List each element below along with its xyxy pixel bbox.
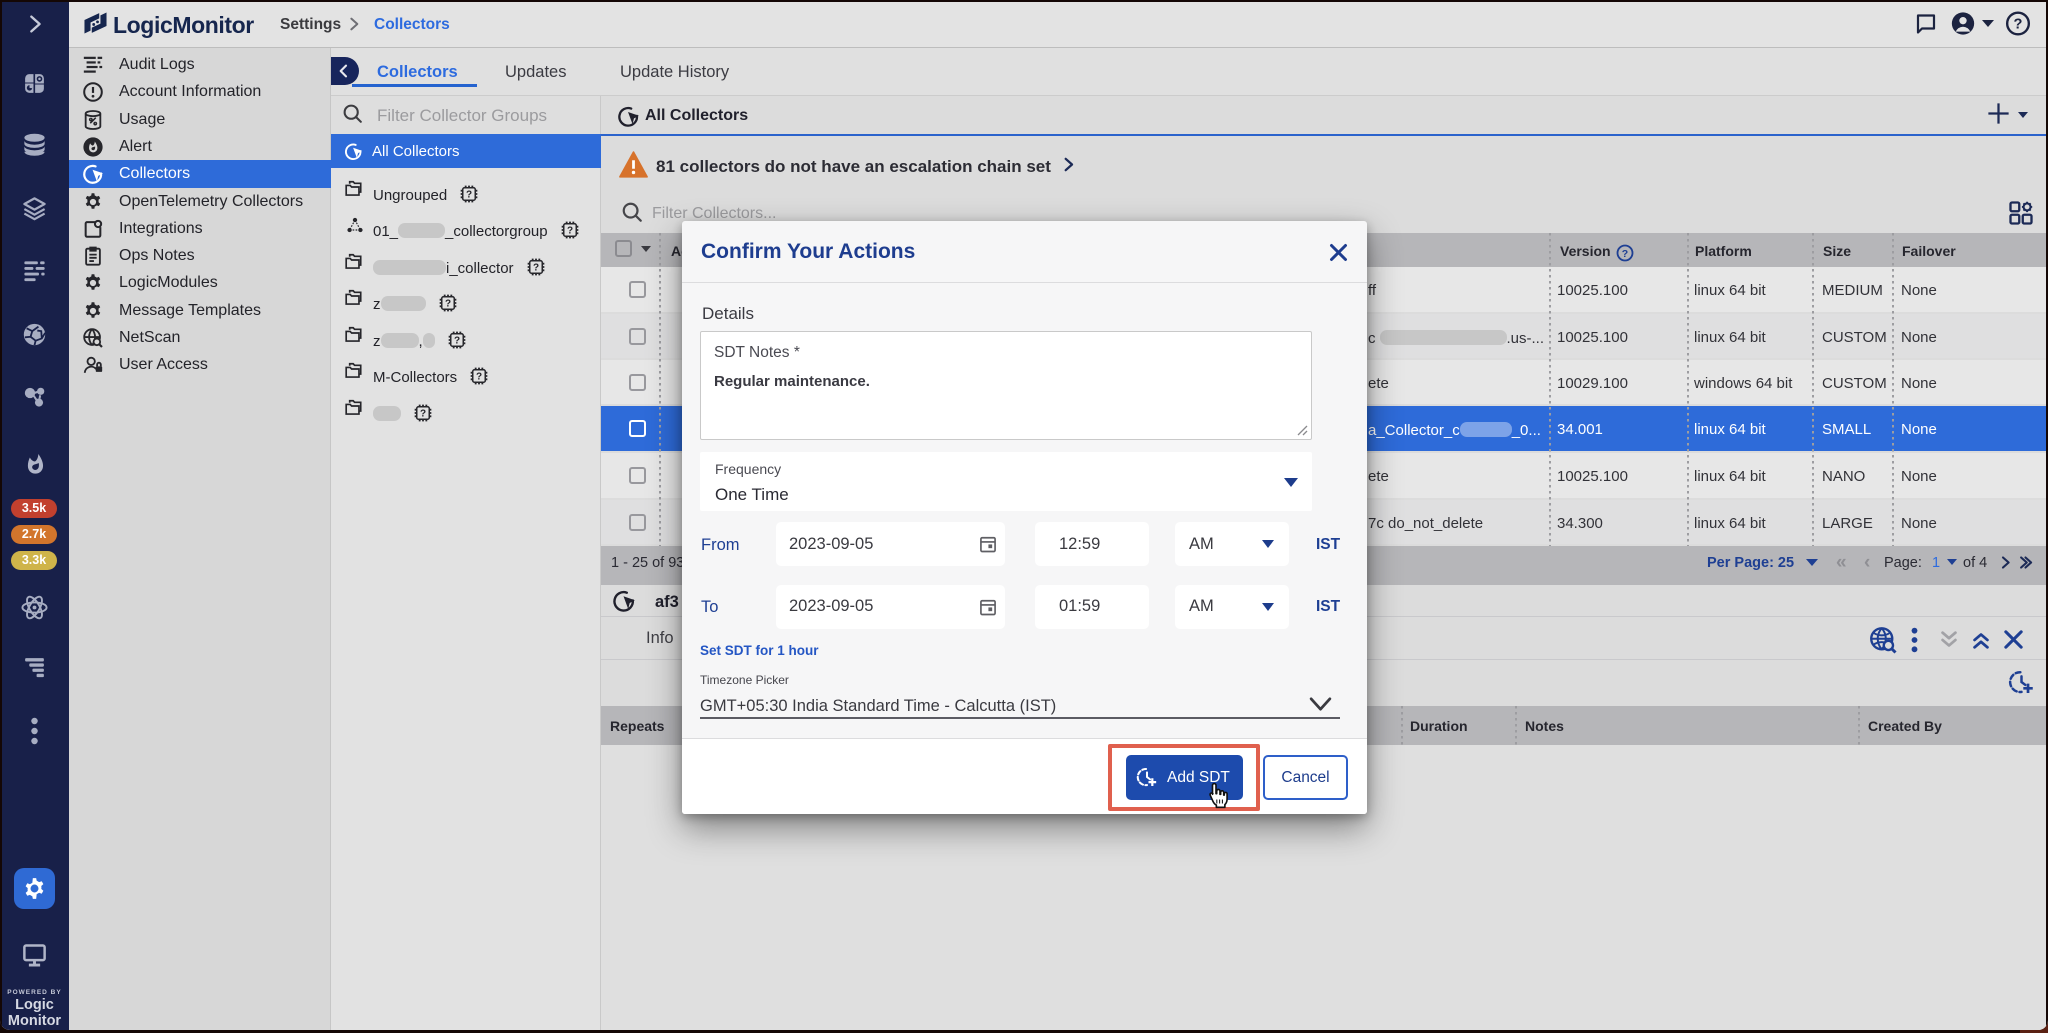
svg-text:?: ? — [532, 263, 538, 274]
svg-text:?: ? — [476, 372, 482, 383]
svg-text:?: ? — [454, 336, 460, 347]
svg-text:?: ? — [1622, 248, 1628, 260]
svg-text:?: ? — [444, 299, 450, 310]
svg-text:?: ? — [420, 409, 426, 420]
svg-text:?: ? — [2014, 17, 2023, 33]
svg-text:?: ? — [466, 190, 472, 201]
svg-text:?: ? — [567, 226, 573, 237]
